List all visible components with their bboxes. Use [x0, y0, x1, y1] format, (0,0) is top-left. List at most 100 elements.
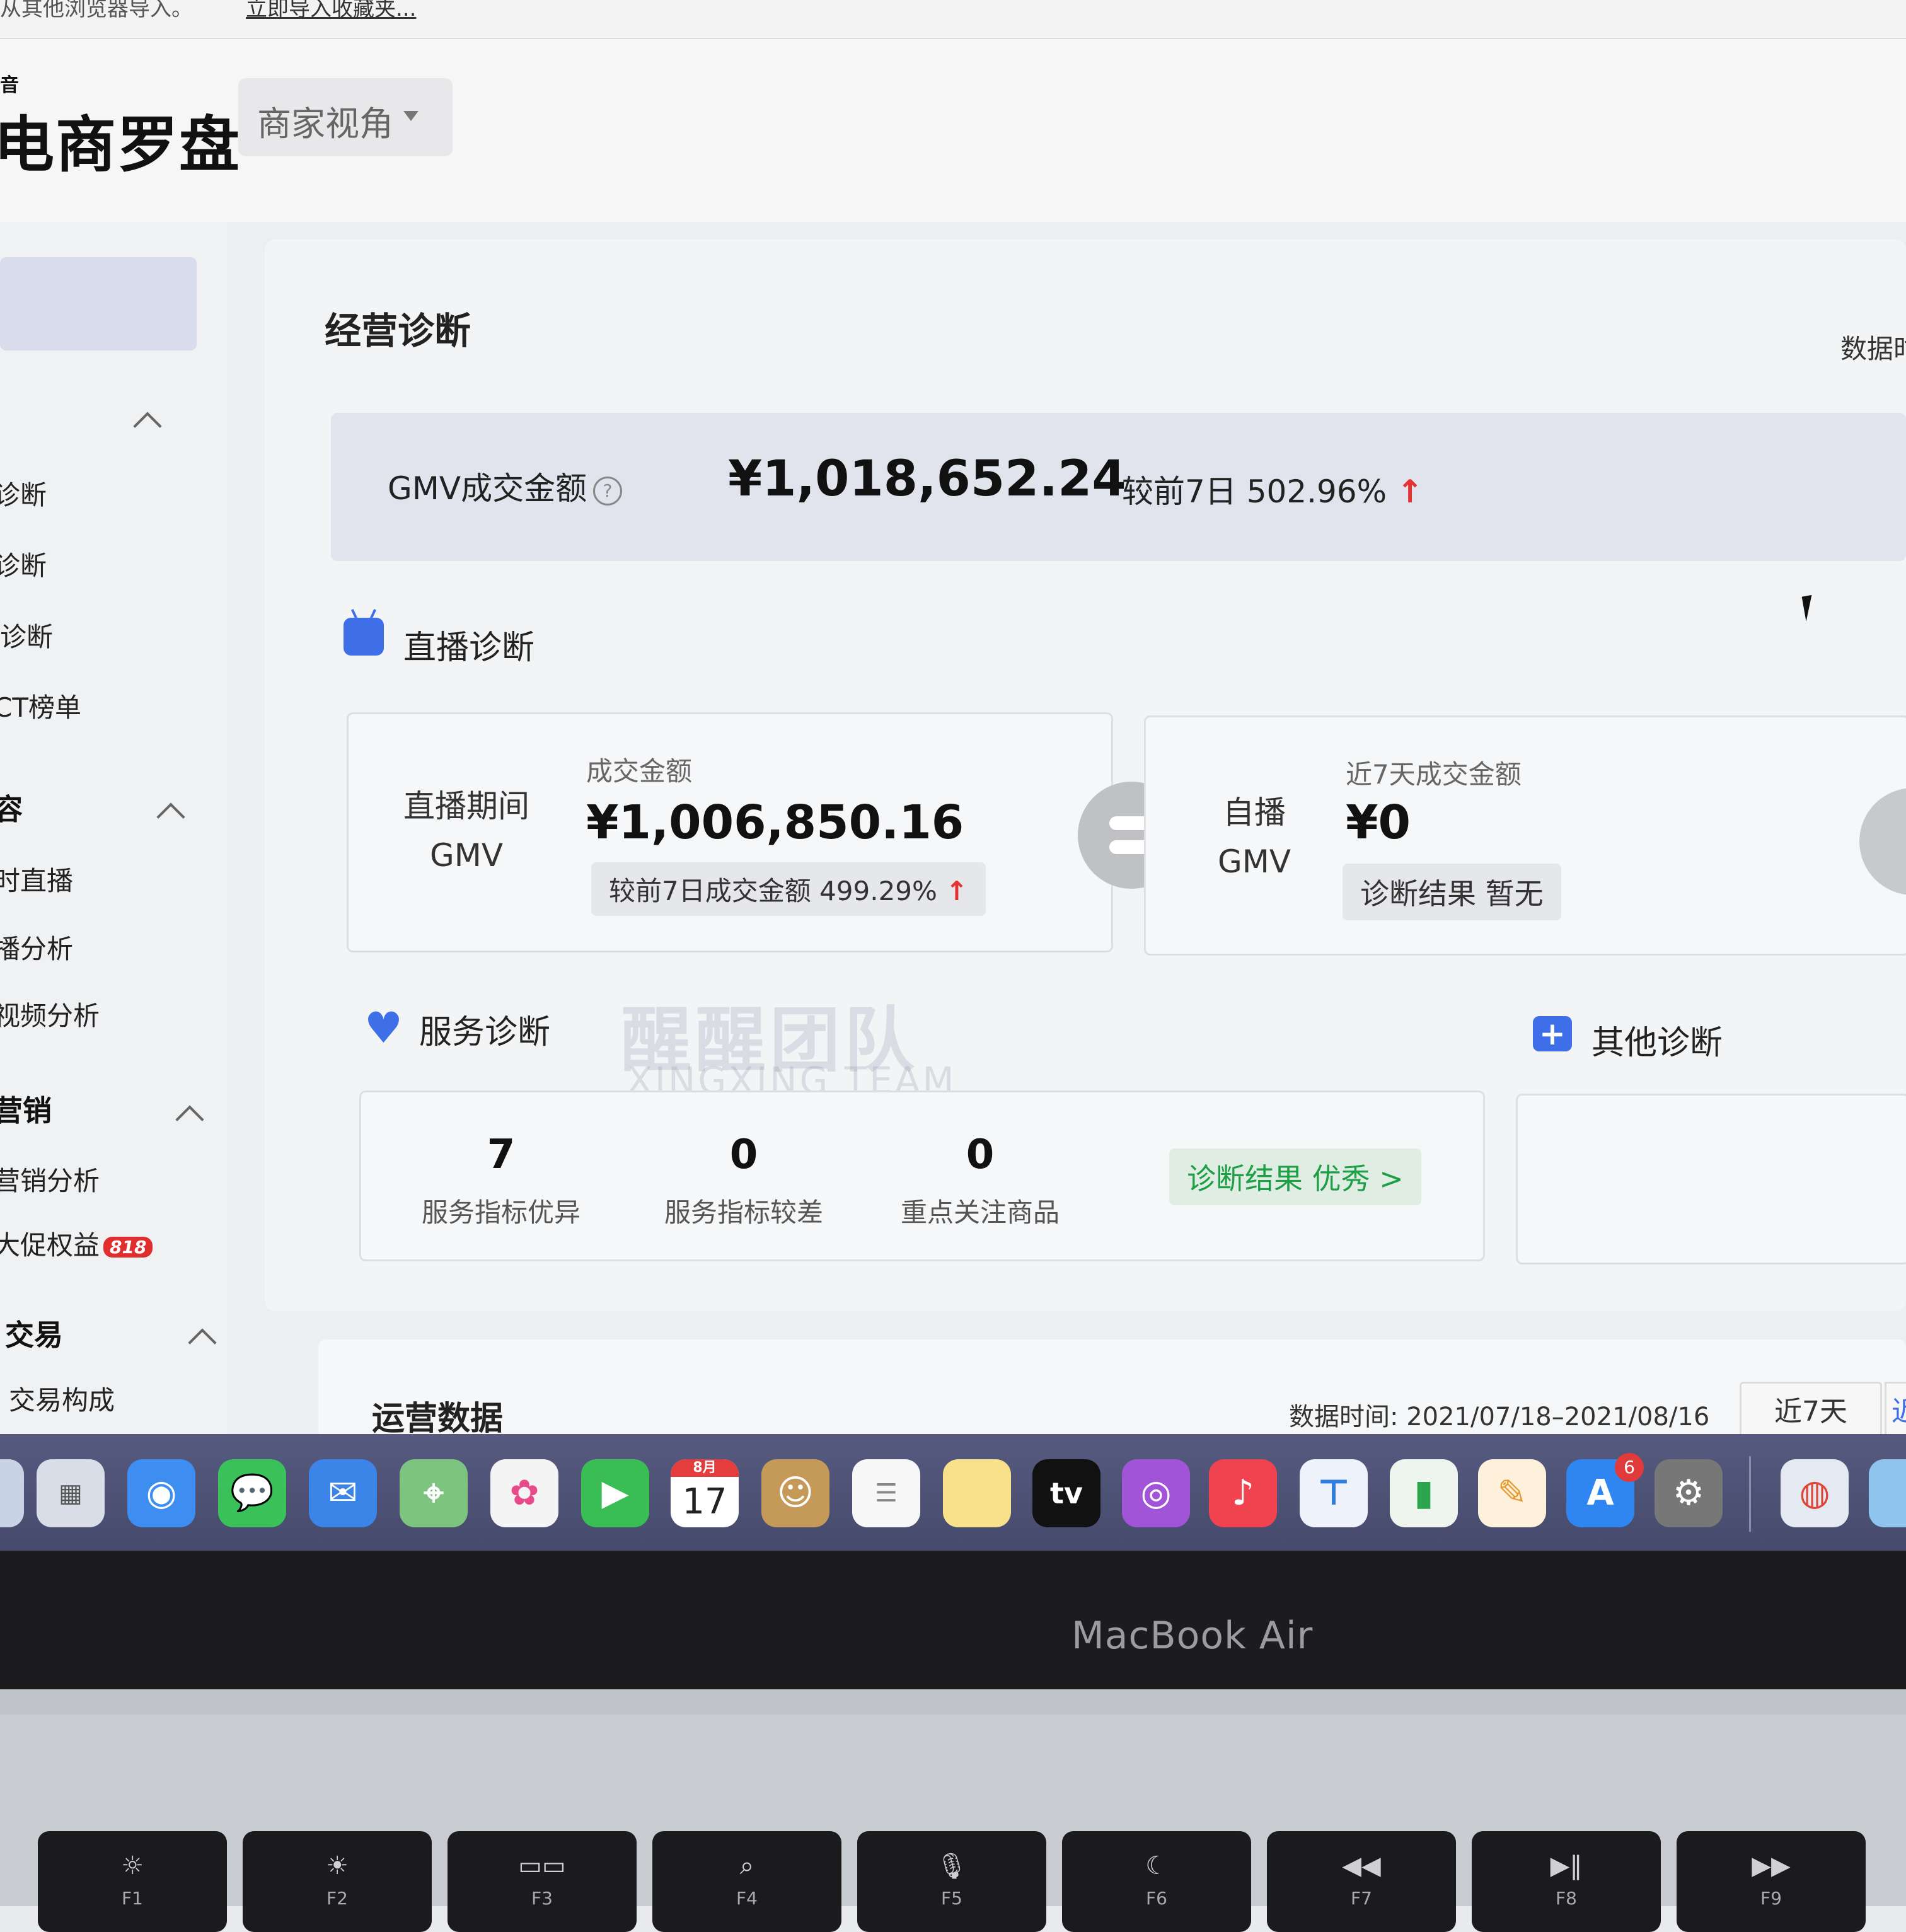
sidebar-item[interactable]: 营销分析 — [0, 1160, 100, 1198]
system-preferences-icon[interactable]: ⚙ — [1655, 1459, 1723, 1527]
live-amount-label: 成交金额 — [586, 756, 693, 787]
key-f8[interactable]: ▶‖ F8 — [1472, 1831, 1661, 1932]
numbers-icon[interactable]: ▮ — [1390, 1459, 1458, 1527]
sidebar-group-marketing[interactable]: 营销 — [0, 1088, 52, 1130]
view-switch-label: 商家视角 — [257, 104, 393, 144]
apple-tv-icon[interactable]: tv — [1032, 1459, 1100, 1527]
range-7d-button[interactable]: 近7天 — [1740, 1382, 1882, 1434]
calendar-icon[interactable]: 8月 17 — [671, 1459, 739, 1527]
sidebar-group-content[interactable]: 容 — [0, 787, 23, 828]
page-title: 经营诊断 — [325, 309, 471, 352]
stat-label: 服务指标优异 — [421, 1197, 580, 1228]
search-icon: ⌕ — [739, 1851, 754, 1880]
key-f7[interactable]: ◀◀ F7 — [1267, 1831, 1456, 1932]
brightness-down-icon: ☼ — [121, 1851, 144, 1880]
sidebar-item[interactable]: 诊断 — [0, 474, 47, 512]
sidebar-item-promo[interactable]: 大促权益 818 — [0, 1224, 153, 1263]
key-f6[interactable]: ☾ F6 — [1062, 1831, 1251, 1932]
gmv-compare: 较前7日 502.96% ↑ — [1122, 466, 1423, 512]
sidebar-item[interactable]: 诊断 — [0, 616, 53, 654]
self-live-line1: 自播 — [1223, 794, 1286, 831]
key-f2[interactable]: ☀ F2 — [243, 1831, 432, 1932]
sidebar-item[interactable]: 视频分析 — [0, 995, 100, 1033]
stat-label: 重点关注商品 — [900, 1197, 1060, 1228]
key-f5[interactable]: 🎙 F5 — [857, 1831, 1046, 1932]
launchpad-icon[interactable]: ▦ — [37, 1459, 105, 1527]
keynote-icon[interactable]: ⊤ — [1300, 1459, 1368, 1527]
stat-label: 服务指标较差 — [664, 1197, 823, 1228]
key-f1[interactable]: ☼ F1 — [38, 1831, 227, 1932]
key-label: F8 — [1556, 1888, 1577, 1909]
live-compare-text: 较前7日成交金额 499.29% — [609, 876, 937, 906]
bookmark-tip: 从其他浏览器导入。 — [0, 0, 193, 21]
key-label: F7 — [1351, 1888, 1372, 1909]
heart-icon: ♥ — [364, 1004, 403, 1053]
self-live-label: 自播 GMV — [1185, 788, 1324, 886]
chevron-up-icon[interactable] — [175, 1105, 204, 1134]
notes-icon[interactable] — [943, 1459, 1011, 1527]
moon-icon: ☾ — [1145, 1851, 1168, 1880]
live-period-label: 直播期间 GMV — [391, 782, 542, 880]
brightness-up-icon: ☀ — [326, 1851, 349, 1880]
app-logo[interactable]: 电商罗盘 — [0, 96, 241, 183]
live-period-line2: GMV — [429, 837, 504, 874]
key-f4[interactable]: ⌕ F4 — [652, 1831, 841, 1932]
live-amount: ¥1,006,850.16 — [586, 795, 964, 850]
sidebar-active-item[interactable] — [0, 257, 197, 350]
photos-icon[interactable]: ✿ — [490, 1459, 558, 1527]
key-label: F1 — [122, 1888, 143, 1909]
sidebar-group-trade[interactable]: 交易 — [5, 1312, 63, 1354]
messages-icon[interactable]: 💬 — [218, 1459, 286, 1527]
other-diagnosis-title: 其他诊断 — [1591, 1024, 1723, 1062]
sidebar-item[interactable]: 播分析 — [0, 928, 73, 966]
contacts-icon[interactable]: ☺ — [761, 1459, 829, 1527]
pages-icon[interactable]: ✎ — [1478, 1459, 1546, 1527]
arrow-up-icon: ↑ — [945, 876, 968, 906]
play-pause-icon: ▶‖ — [1550, 1851, 1583, 1880]
data-link[interactable]: 数据时 — [1840, 328, 1906, 366]
reminders-icon[interactable]: ☰ — [852, 1459, 920, 1527]
chevron-up-icon[interactable] — [133, 412, 162, 441]
safari-icon[interactable]: ◉ — [127, 1459, 195, 1527]
podcasts-icon[interactable]: ◎ — [1122, 1459, 1190, 1527]
facetime-icon[interactable]: ▶ — [581, 1459, 649, 1527]
chevron-up-icon[interactable] — [156, 802, 185, 831]
sidebar-item[interactable]: CT榜单 — [0, 686, 81, 725]
sidebar-item[interactable]: 诊断 — [0, 545, 47, 583]
sidebar-item[interactable]: 交易构成 — [9, 1379, 115, 1418]
live-compare-pill: 较前7日成交金额 499.29% ↑ — [591, 862, 986, 916]
other-card — [1516, 1094, 1906, 1264]
bookmark-bar: 从其他浏览器导入。 立即导入收藏夹... — [0, 0, 1906, 39]
maps-icon[interactable]: ⌖ — [400, 1459, 468, 1527]
self-result-pill: 诊断结果 暂无 — [1343, 864, 1561, 920]
mail-icon[interactable]: ✉ — [309, 1459, 377, 1527]
chevron-up-icon[interactable] — [188, 1328, 217, 1357]
music-icon[interactable]: ♪ — [1209, 1459, 1277, 1527]
help-icon[interactable]: ? — [593, 476, 623, 506]
key-f9[interactable]: ▶▶ F9 — [1677, 1831, 1866, 1932]
laptop-brand: MacBook Air — [1071, 1614, 1314, 1658]
range-next-button[interactable]: 近 — [1885, 1382, 1906, 1434]
import-bookmarks-link[interactable]: 立即导入收藏夹... — [246, 0, 416, 22]
service-result-button[interactable]: 诊断结果 优秀 > — [1169, 1148, 1421, 1205]
dock: ▦ ◉ 💬 ✉ ⌖ ✿ ▶ 8月 17 ☺ ☰ tv ◎ ♪ ⊤ ▮ ✎ A 6… — [0, 1434, 1906, 1551]
calendar-day: 17 — [682, 1481, 727, 1522]
view-switch-dropdown[interactable]: 商家视角 — [238, 78, 453, 156]
app-store-badge: 6 — [1615, 1453, 1644, 1482]
mission-control-icon: ▭▭ — [518, 1851, 566, 1880]
dock-separator — [1749, 1456, 1751, 1532]
laptop-bezel — [0, 1551, 1906, 1689]
gmv-label: GMV成交金额 — [388, 470, 587, 507]
key-label: F4 — [736, 1888, 758, 1909]
gmv-compare-text: 较前7日 502.96% — [1122, 473, 1387, 510]
chrome-icon[interactable]: ◍ — [1781, 1459, 1849, 1527]
service-diagnosis-title: 服务诊断 — [419, 1014, 551, 1051]
finder-icon[interactable] — [0, 1459, 24, 1527]
caret-down-icon — [403, 111, 419, 121]
rewind-icon: ◀◀ — [1342, 1851, 1381, 1880]
key-f3[interactable]: ▭▭ F3 — [448, 1831, 637, 1932]
sidebar-item[interactable]: 时直播 — [0, 860, 73, 898]
tv-icon — [344, 618, 384, 656]
preview-icon[interactable] — [1869, 1459, 1906, 1527]
sidebar-item-label: 大促权益 — [0, 1230, 100, 1261]
